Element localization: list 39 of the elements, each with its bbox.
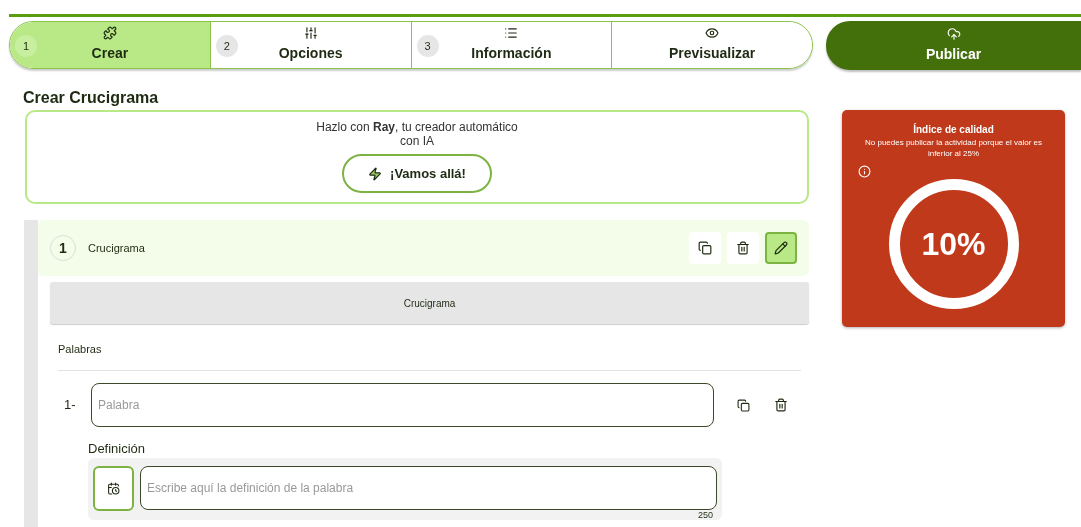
step-number: 1 (15, 35, 37, 57)
quality-value: 10% (921, 225, 986, 264)
step-number: 3 (416, 35, 439, 57)
lets-go-button[interactable]: ¡Vamos allá! (342, 154, 492, 193)
words-label: Palabras (58, 343, 102, 355)
calendar-icon (107, 482, 120, 495)
step-number: 2 (215, 35, 238, 57)
delete-button[interactable] (727, 232, 759, 264)
copy-icon[interactable] (737, 398, 750, 412)
step-tab[interactable]: 1 Crear (10, 22, 211, 68)
definition-label: Definición (88, 441, 147, 457)
sliders-icon (303, 26, 318, 40)
character-limit: 250 (697, 510, 713, 520)
publish-button[interactable]: Publicar (826, 21, 1081, 70)
definition-input[interactable]: Escribe aquí la definición de la palabra (140, 466, 717, 510)
trash-icon (736, 241, 750, 255)
upload-icon (946, 26, 961, 41)
media-button[interactable] (93, 466, 134, 511)
puzzle-icon (102, 26, 117, 40)
lightning-icon (368, 166, 383, 181)
section-banner: Crucigrama (50, 282, 809, 324)
quality-title: Índice de calidad (913, 122, 994, 137)
ray-description: Hazlo con Ray, tu creador automático con IA (315, 120, 519, 148)
section-title: Crucigrama (88, 240, 145, 256)
info-icon (858, 165, 871, 178)
copy-icon (698, 241, 712, 255)
quality-message: No puedes publicar la actividad porque el valor es inferior al 25% (864, 137, 1043, 159)
eye-icon (705, 26, 720, 40)
page-title: Crear Crucigrama (23, 88, 160, 108)
word-number: 1- (64, 396, 77, 415)
step-tab[interactable]: 2 Opciones (210, 22, 412, 68)
word-input[interactable]: Palabra (91, 383, 714, 427)
step-tab[interactable]: 3 Información (411, 22, 613, 68)
trash-icon[interactable] (774, 398, 788, 412)
duplicate-button[interactable] (689, 232, 721, 264)
list-icon (504, 26, 519, 40)
pencil-icon (774, 241, 788, 255)
edit-button[interactable] (765, 232, 797, 264)
step-tab[interactable]: Previsualizar (612, 22, 812, 68)
